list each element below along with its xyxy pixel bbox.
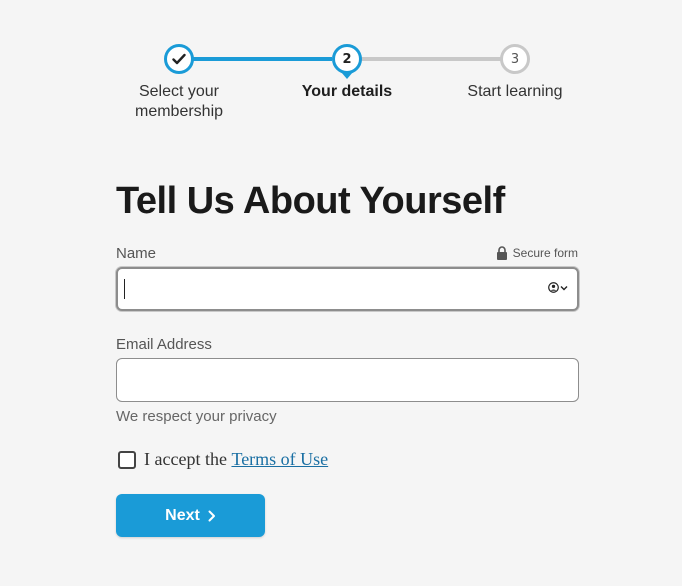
signup-page: 2 3 Select your membership Your details …	[0, 0, 682, 586]
next-button-label: Next	[165, 506, 200, 524]
secure-form-indicator: Secure form	[496, 246, 578, 260]
lock-icon	[496, 246, 507, 260]
terms-row: I accept the Terms of Use	[118, 449, 328, 470]
step-1-indicator	[164, 44, 194, 74]
stepper-track-completed	[192, 57, 332, 61]
check-icon	[172, 53, 186, 65]
text-cursor	[124, 279, 125, 299]
step-3-indicator: 3	[500, 44, 530, 74]
email-label: Email Address	[116, 336, 212, 353]
page-title: Tell Us About Yourself	[116, 180, 505, 222]
progress-stepper: 2 3 Select your membership Your details …	[0, 42, 682, 132]
name-label: Name	[116, 245, 157, 262]
step-2-indicator: 2	[332, 44, 362, 74]
terms-checkbox[interactable]	[118, 450, 136, 469]
stepper-track-remaining	[360, 57, 502, 61]
step-3-label: Start learning	[467, 83, 563, 100]
chevron-right-icon	[208, 510, 215, 521]
chevron-down-icon	[560, 285, 568, 290]
autofill-button[interactable]	[548, 282, 568, 293]
privacy-hint: We respect your privacy	[116, 408, 277, 425]
secure-form-label: Secure form	[512, 246, 578, 260]
terms-of-use-link[interactable]: Terms of Use	[231, 449, 328, 469]
current-step-pointer	[341, 72, 353, 79]
step-2-label: Your details	[301, 83, 393, 100]
terms-text: I accept the Terms of Use	[144, 449, 328, 470]
email-input[interactable]	[116, 358, 579, 402]
next-button[interactable]: Next	[116, 494, 265, 537]
contact-autofill-icon	[548, 282, 559, 293]
name-input[interactable]	[116, 267, 579, 311]
terms-prefix: I accept the	[144, 449, 232, 469]
step-1-label: Select your membership	[134, 83, 224, 120]
